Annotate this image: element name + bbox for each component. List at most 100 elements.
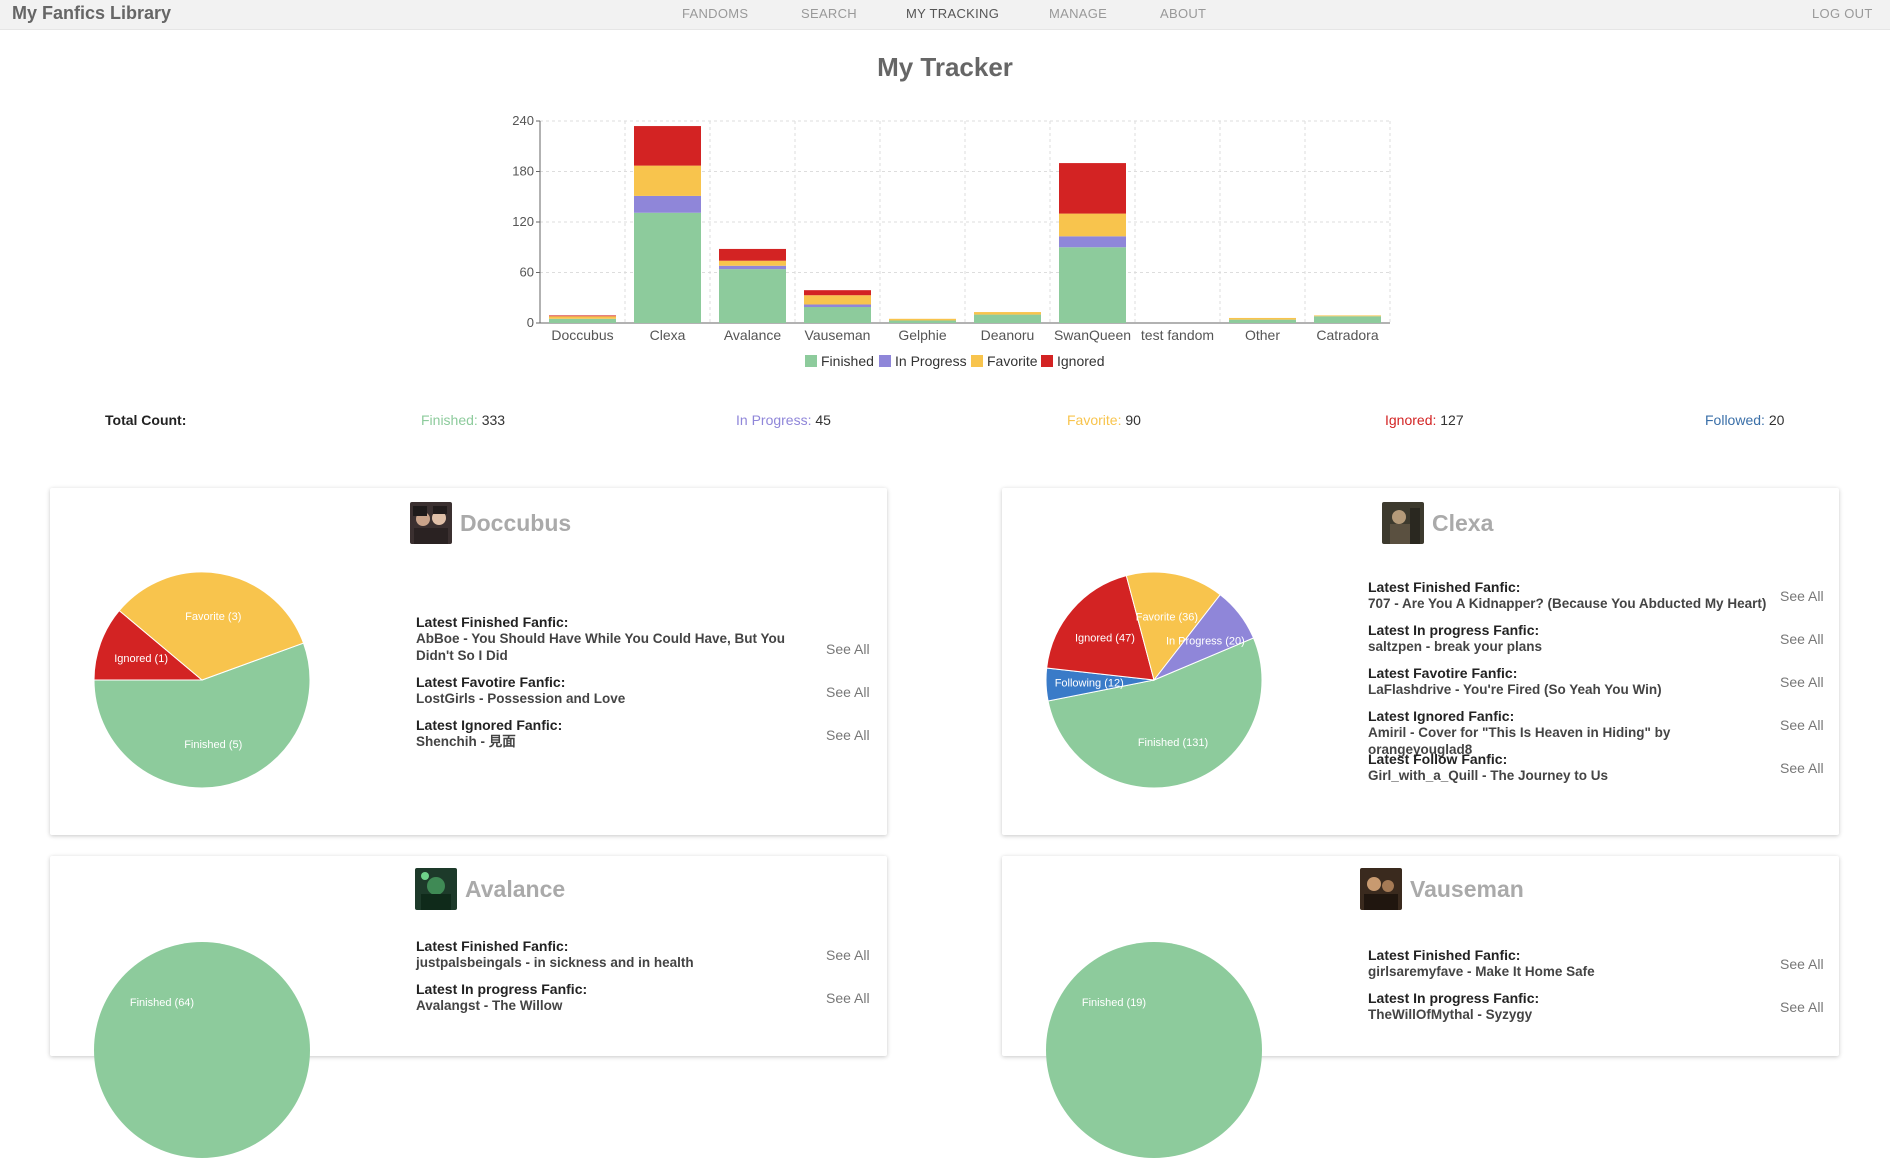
bar-segment-ignored[interactable] [549,315,616,317]
see-all-link[interactable]: See All [826,990,870,1006]
see-all-link[interactable]: See All [1780,717,1824,733]
bar-segment-favorite[interactable] [974,312,1041,315]
nav-my-tracking[interactable]: MY TRACKING [906,6,999,21]
card-fandom-name[interactable]: Avalance [465,876,565,903]
fandom-pie-chart: Finished (19) [1046,942,1262,1158]
see-all-link[interactable]: See All [1780,760,1824,776]
bar-segment-ignored[interactable] [1059,163,1126,214]
latest-ignored-value[interactable]: Shenchih - 見面 [416,733,821,750]
bar-segment-in-progress[interactable] [1059,236,1126,248]
bar-segment-finished[interactable] [1059,247,1126,323]
see-all-link[interactable]: See All [1780,674,1824,690]
brand-logo[interactable]: My Fanfics Library [12,3,171,24]
bar-segment-in-progress[interactable] [719,265,786,270]
see-all-link[interactable]: See All [826,684,870,700]
latest-finished-value[interactable]: girlsaremyfave - Make It Home Safe [1368,963,1778,980]
total-followed-value: 20 [1768,412,1785,428]
total-in-progress-label: In Progress: [736,412,812,428]
card-fandom-name[interactable]: Vauseman [1410,876,1524,903]
latest-finished-label: Latest Finished Fanfic: [1368,579,1521,595]
see-all-link[interactable]: See All [826,727,870,743]
total-ignored-label: Ignored: [1385,412,1437,428]
latest-in-progress: Latest In progress Fanfic: saltzpen - br… [1368,622,1778,655]
card-title: Vauseman [1360,868,1524,910]
see-all-link[interactable]: See All [826,947,870,963]
x-tick-label: Gelphie [898,327,946,343]
nav-about[interactable]: ABOUT [1160,6,1206,21]
total-in-progress-value: 45 [815,412,831,428]
bar-segment-favorite[interactable] [804,295,871,305]
bar-segment-finished[interactable] [974,314,1041,323]
nav-manage[interactable]: MANAGE [1049,6,1107,21]
legend-swatch [879,355,891,367]
latest-finished-value[interactable]: AbBoe - You Should Have While You Could … [416,630,821,664]
bar-segment-favorite[interactable] [1059,213,1126,237]
pie-slice-label: Finished (131) [1138,737,1208,749]
bar-segment-finished[interactable] [1229,319,1296,323]
fandom-card-doccubus: Doccubus Finished (5) Ignored (1) Favorite… [50,488,887,835]
see-all-link[interactable]: See All [1780,956,1824,972]
legend-label[interactable]: In Progress [895,353,967,369]
pie-slice[interactable] [94,942,310,1158]
total-ignored-value: 127 [1440,412,1464,428]
bar-segment-finished[interactable] [634,212,701,323]
latest-finished-label: Latest Finished Fanfic: [1368,947,1521,963]
see-all-link[interactable]: See All [1780,588,1824,604]
latest-in-progress-value[interactable]: TheWillOfMythal - Syzygy [1368,1006,1778,1023]
nav-logout[interactable]: LOG OUT [1812,6,1873,21]
latest-favorite: Latest Favotire Fanfic: LaFlashdrive - Y… [1368,665,1778,698]
fandom-avatar [1360,868,1402,910]
bar-segment-in-progress[interactable] [634,195,701,213]
pie-slice[interactable] [1046,942,1262,1158]
bar-segment-ignored[interactable] [719,248,786,261]
bar-segment-ignored[interactable] [804,290,871,296]
total-followed: Followed: 20 [1705,412,1784,428]
latest-favorite-value[interactable]: LostGirls - Possession and Love [416,690,821,707]
latest-favorite-label: Latest Favotire Fanfic: [416,674,566,690]
bar-segment-favorite[interactable] [719,260,786,266]
total-finished-value: 333 [481,412,506,428]
latest-follow-label: Latest Follow Fanfic: [1368,751,1508,767]
bar-segment-favorite[interactable] [634,165,701,196]
card-fandom-name[interactable]: Doccubus [460,510,571,537]
card-title: Doccubus [410,502,571,544]
bar-segment-ignored[interactable] [634,126,701,166]
latest-finished-label: Latest Finished Fanfic: [416,614,569,630]
legend-label[interactable]: Finished [821,353,874,369]
pie-slice-label: In Progress (20) [1166,636,1245,648]
pie-slice-label: Finished (5) [184,739,242,751]
bar-segment-finished[interactable] [549,318,616,323]
bar-segment-in-progress[interactable] [804,304,871,308]
bar-segment-finished[interactable] [889,320,956,323]
legend-label[interactable]: Favorite [987,353,1038,369]
total-favorite-value: 90 [1125,412,1141,428]
latest-in-progress-value[interactable]: saltzpen - break your plans [1368,638,1778,655]
latest-finished-value[interactable]: 707 - Are You A Kidnapper? (Because You … [1368,595,1778,612]
bar-segment-favorite[interactable] [1229,317,1296,320]
latest-favorite: Latest Favotire Fanfic: LostGirls - Poss… [416,674,821,707]
bar-segment-finished[interactable] [804,307,871,323]
see-all-link[interactable]: See All [826,641,870,657]
total-count-label: Total Count: [105,412,187,428]
latest-ignored: Latest Ignored Fanfic: Shenchih - 見面 [416,717,821,750]
legend-label[interactable]: Ignored [1057,353,1104,369]
nav-search[interactable]: SEARCH [801,6,857,21]
see-all-link[interactable]: See All [1780,999,1824,1015]
y-tick-label: 0 [527,315,534,330]
latest-finished-value[interactable]: justpalsbeingals - in sickness and in he… [416,954,821,971]
latest-favorite-value[interactable]: LaFlashdrive - You're Fired (So Yeah You… [1368,681,1778,698]
fandom-card-vauseman: Vauseman Finished (19) Latest Finished F… [1002,856,1839,1158]
x-tick-label: Avalance [724,327,782,343]
nav-fandoms[interactable]: FANDOMS [682,6,748,21]
bar-segment-favorite[interactable] [1314,315,1381,317]
latest-in-progress-value[interactable]: Avalangst - The Willow [416,997,821,1014]
bar-segment-favorite[interactable] [889,318,956,321]
bar-segment-favorite[interactable] [549,316,616,319]
latest-follow: Latest Follow Fanfic: Girl_with_a_Quill … [1368,751,1778,784]
total-in-progress: In Progress: 45 [736,412,831,428]
bar-segment-finished[interactable] [719,269,786,323]
card-fandom-name[interactable]: Clexa [1432,510,1493,537]
latest-follow-value[interactable]: Girl_with_a_Quill - The Journey to Us [1368,767,1778,784]
bar-segment-finished[interactable] [1314,316,1381,323]
see-all-link[interactable]: See All [1780,631,1824,647]
